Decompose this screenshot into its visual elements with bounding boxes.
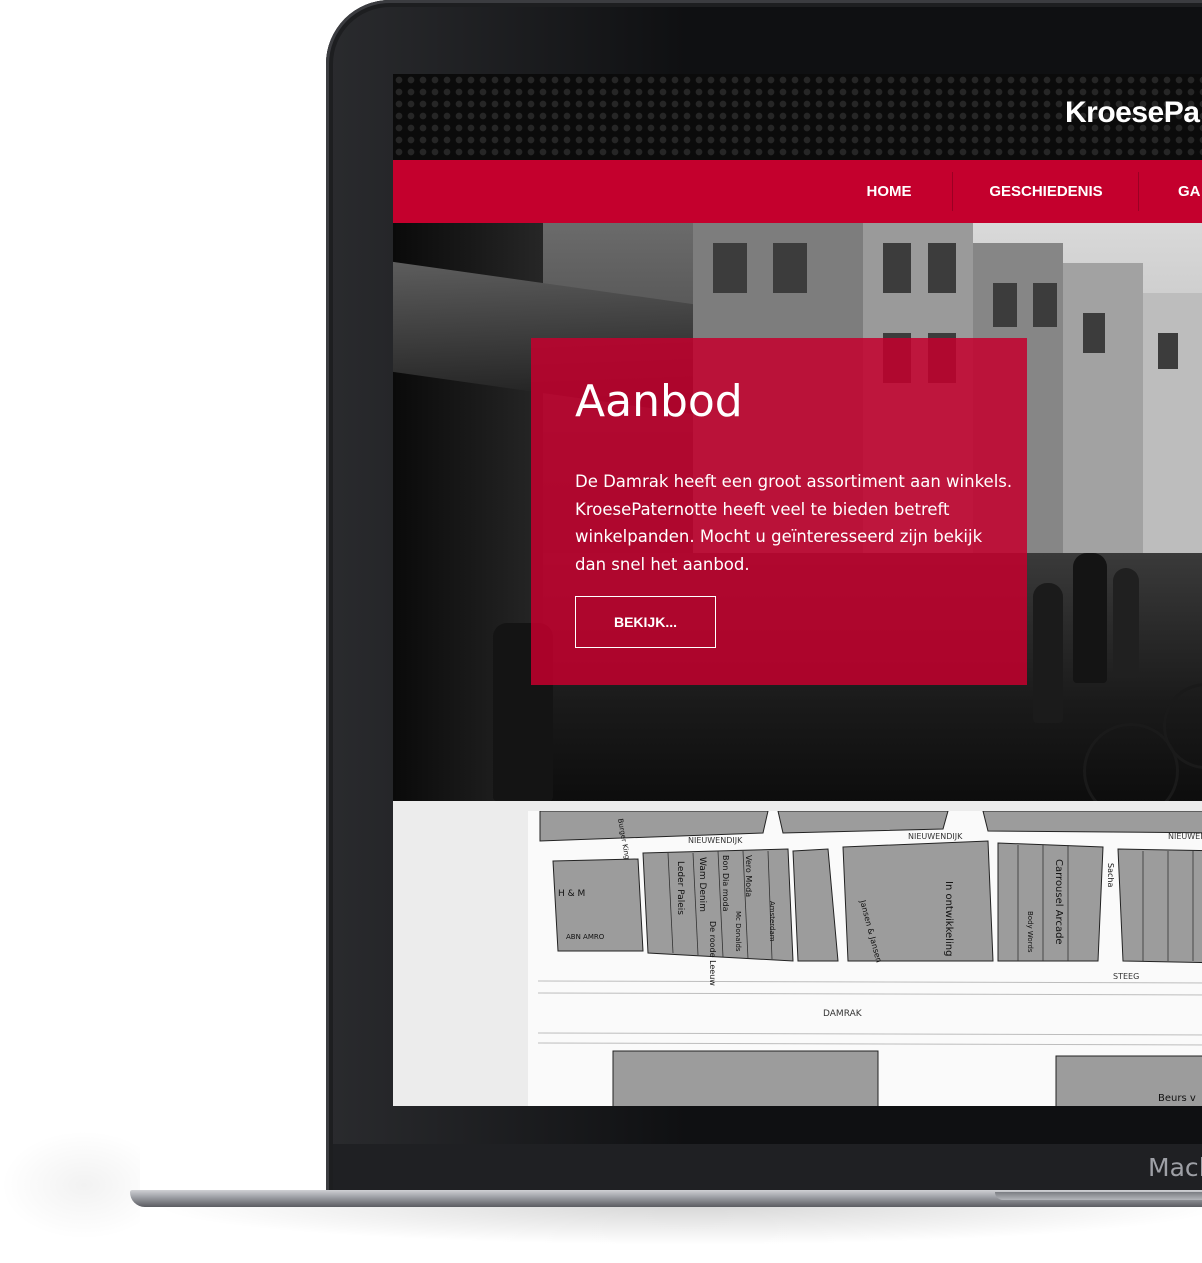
map-street-label: DAMRAK	[823, 1009, 863, 1019]
background-shadow	[0, 1130, 140, 1240]
map-block	[982, 811, 1202, 834]
map-section: NIEUWENDIJK NIEUWENDIJK NIEUWENDIJK DAMR…	[393, 801, 1202, 1106]
hero-photo-window	[773, 243, 807, 293]
street-map-graphic: NIEUWENDIJK NIEUWENDIJK NIEUWENDIJK DAMR…	[537, 811, 1202, 1106]
hero-photo-window	[1083, 313, 1105, 353]
hero-photo-person	[1113, 568, 1139, 678]
nav-item-home[interactable]: HOME	[841, 160, 937, 223]
laptop-chin	[333, 1144, 1202, 1194]
hero-photo-building	[1063, 263, 1143, 573]
map-block	[777, 811, 949, 834]
laptop-base-notch	[995, 1192, 1202, 1200]
map-shop-label: Beurs v	[1158, 1093, 1196, 1104]
hero-photo-window	[883, 243, 911, 293]
main-nav: HOME GESCHIEDENIS GA	[393, 160, 1202, 223]
map-shop-label: Carrousel Arcade	[1053, 859, 1064, 945]
nav-divider	[1138, 172, 1139, 211]
map-street-label: NIEUWENDIJK	[1168, 832, 1202, 841]
nav-item-ga[interactable]: GA	[1178, 160, 1202, 223]
map-shop-label: Bon Dia moda	[721, 855, 730, 912]
map-shop-label: Sacha	[1106, 863, 1115, 887]
map-block	[792, 848, 839, 962]
hero-photo-window	[928, 243, 956, 293]
hero-photo-person	[1073, 553, 1107, 683]
map-shop-label: In ontwikkeling	[943, 881, 954, 956]
map-shop-label: H & M	[558, 889, 585, 899]
laptop-base-shadow	[150, 1205, 1202, 1245]
map-street-label: STEEG	[1113, 972, 1139, 981]
hero-photo-person	[1033, 583, 1063, 723]
map-block	[1117, 848, 1202, 964]
site-header: KroesePa	[393, 74, 1202, 160]
device-brand-label: Macl	[1148, 1153, 1202, 1182]
map-shop-label: Body Words	[1026, 911, 1034, 953]
nav-item-geschiedenis[interactable]: GESCHIEDENIS	[973, 160, 1119, 223]
hero-photo-window	[1033, 283, 1057, 327]
map-shop-label: Amsterdam	[768, 901, 776, 942]
map-street-label: NIEUWENDIJK	[908, 832, 963, 841]
laptop-screen: KroesePa HOME GESCHIEDENIS GA Aanbod De …	[393, 74, 1202, 1106]
hero-photo-window	[993, 283, 1017, 327]
map-shop-label: Leder Paleis	[675, 861, 685, 915]
site-logo[interactable]: KroesePa	[1065, 96, 1200, 130]
map-shop-label: Mc Donalds	[734, 911, 742, 952]
map-shop-label: ABN AMRO	[566, 933, 605, 941]
map-block	[997, 842, 1104, 962]
promo-title: Aanbod	[575, 376, 743, 427]
map-shop-label: Vero Moda	[744, 855, 753, 897]
promo-box: Aanbod De Damrak heeft een groot assorti…	[531, 338, 1027, 685]
map-street-label: NIEUWENDIJK	[688, 836, 743, 845]
map-shop-label: Wam Denim	[697, 857, 707, 912]
promo-text: De Damrak heeft een groot assortiment aa…	[575, 472, 1013, 574]
street-map[interactable]: NIEUWENDIJK NIEUWENDIJK NIEUWENDIJK DAMR…	[528, 811, 1202, 1106]
hero-photo-window	[713, 243, 747, 293]
hero-section: Aanbod De Damrak heeft een groot assorti…	[393, 223, 1202, 801]
map-shop-label: De roode Leeuw	[708, 921, 717, 986]
hero-photo-window	[1158, 333, 1178, 369]
bekijk-button[interactable]: BEKIJK...	[575, 596, 716, 648]
map-block	[612, 1050, 879, 1106]
nav-divider	[952, 172, 953, 211]
